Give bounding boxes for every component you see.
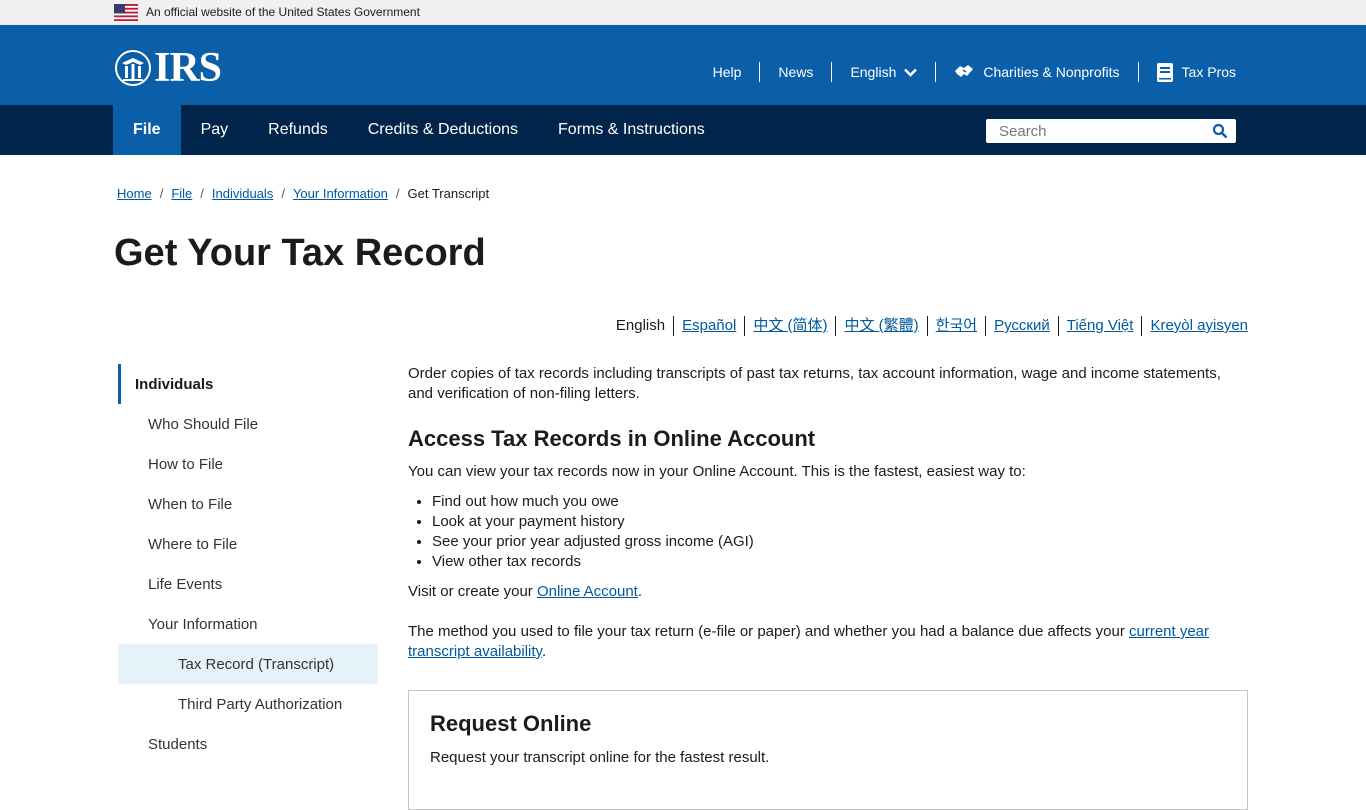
util-news-link[interactable]: News bbox=[759, 62, 831, 82]
list-item: Look at your payment history bbox=[432, 512, 1248, 532]
util-charities-label: Charities & Nonprofits bbox=[983, 64, 1120, 80]
language-dropdown-label: English bbox=[850, 64, 897, 80]
nav-refunds[interactable]: Refunds bbox=[248, 105, 348, 155]
util-help-link[interactable]: Help bbox=[713, 62, 760, 82]
sidebar-item-how-to-file[interactable]: How to File bbox=[118, 444, 378, 484]
sidebar-item-your-information[interactable]: Your Information bbox=[118, 604, 378, 644]
breadcrumb-separator: / bbox=[159, 186, 164, 201]
method-suffix: . bbox=[541, 643, 547, 660]
search-icon[interactable] bbox=[1212, 123, 1228, 139]
lang-vietnamese[interactable]: Tiếng Việt bbox=[1057, 316, 1142, 336]
lang-spanish[interactable]: Español bbox=[673, 316, 744, 336]
sidebar-heading-individuals[interactable]: Individuals bbox=[118, 364, 378, 404]
lang-chinese-traditional[interactable]: 中文 (繁體) bbox=[835, 316, 926, 336]
page-title: Get Your Tax Record bbox=[114, 232, 486, 274]
card-text: Request your transcript online for the f… bbox=[430, 749, 770, 766]
feature-list: Find out how much you owe Look at your p… bbox=[408, 492, 1248, 572]
lang-english: English bbox=[615, 317, 666, 334]
breadcrumb-current: Get Transcript bbox=[407, 186, 490, 201]
lang-korean[interactable]: 한국어 bbox=[926, 316, 985, 336]
nav-file[interactable]: File bbox=[113, 105, 181, 155]
section-heading: Access Tax Records in Online Account bbox=[408, 426, 816, 451]
breadcrumb-individuals[interactable]: Individuals bbox=[212, 186, 273, 201]
nav-pay[interactable]: Pay bbox=[181, 105, 249, 155]
sidebar-item-who-should-file[interactable]: Who Should File bbox=[118, 404, 378, 444]
util-help-label: Help bbox=[712, 64, 742, 80]
intro-paragraph: Order copies of tax records including tr… bbox=[408, 365, 1221, 402]
sidebar-nav: Individuals Who Should File How to File … bbox=[118, 364, 378, 764]
breadcrumb-your-information[interactable]: Your Information bbox=[293, 186, 388, 201]
utility-nav: Help News English Charities & Nonprofits… bbox=[713, 59, 1236, 85]
list-item: View other tax records bbox=[432, 552, 1248, 572]
search-box bbox=[986, 119, 1236, 143]
nav-credits-deductions[interactable]: Credits & Deductions bbox=[348, 105, 538, 155]
gov-banner: An official website of the United States… bbox=[0, 0, 1366, 25]
card-title: Request Online bbox=[430, 711, 592, 736]
language-dropdown[interactable]: English bbox=[831, 62, 935, 82]
breadcrumb-separator: / bbox=[281, 186, 285, 201]
sidebar-subitem-third-party-authorization[interactable]: Third Party Authorization bbox=[118, 684, 378, 724]
visit-prefix: Visit or create your bbox=[408, 583, 537, 600]
sidebar-item-students[interactable]: Students bbox=[118, 724, 378, 764]
list-item: Find out how much you owe bbox=[432, 492, 1248, 512]
request-online-card: Request Online Request your transcript o… bbox=[408, 690, 1248, 810]
chevron-down-icon bbox=[904, 68, 918, 77]
sidebar-subitem-tax-record[interactable]: Tax Record (Transcript) bbox=[118, 644, 378, 684]
eagle-icon bbox=[115, 50, 151, 86]
util-taxpros-label: Tax Pros bbox=[1181, 64, 1236, 80]
us-flag-icon bbox=[114, 4, 138, 21]
util-taxpros-link[interactable]: Tax Pros bbox=[1137, 62, 1236, 82]
book-icon bbox=[1156, 62, 1173, 82]
handshake-icon bbox=[954, 63, 974, 81]
breadcrumb-file[interactable]: File bbox=[171, 186, 192, 201]
irs-logo[interactable]: IRS bbox=[114, 45, 222, 91]
sidebar-item-life-events[interactable]: Life Events bbox=[118, 564, 378, 604]
breadcrumb-separator: / bbox=[200, 186, 204, 201]
main-nav: File Pay Refunds Credits & Deductions Fo… bbox=[0, 105, 1366, 155]
method-prefix: The method you used to file your tax ret… bbox=[408, 623, 1129, 640]
search-input[interactable] bbox=[986, 119, 1201, 143]
breadcrumb: Home / File / Individuals / Your Informa… bbox=[117, 186, 489, 201]
lang-russian[interactable]: Русский bbox=[985, 316, 1058, 336]
nav-forms-instructions[interactable]: Forms & Instructions bbox=[538, 105, 725, 155]
lang-chinese-simplified[interactable]: 中文 (简体) bbox=[744, 316, 835, 336]
sidebar-item-when-to-file[interactable]: When to File bbox=[118, 484, 378, 524]
logo-text: IRS bbox=[154, 45, 222, 91]
section-lead: You can view your tax records now in you… bbox=[408, 463, 1026, 480]
breadcrumb-home[interactable]: Home bbox=[117, 186, 152, 201]
util-news-label: News bbox=[778, 64, 814, 80]
breadcrumb-separator: / bbox=[395, 186, 400, 201]
gov-banner-text: An official website of the United States… bbox=[146, 5, 420, 19]
visit-suffix: . bbox=[637, 583, 643, 600]
method-paragraph: The method you used to file your tax ret… bbox=[408, 622, 1248, 662]
util-charities-link[interactable]: Charities & Nonprofits bbox=[935, 62, 1137, 82]
site-header: IRS Help News English Charities & Nonpro… bbox=[0, 25, 1366, 105]
visit-paragraph: Visit or create your Online Account. bbox=[408, 582, 1248, 602]
main-content: Order copies of tax records including tr… bbox=[408, 364, 1248, 662]
list-item: See your prior year adjusted gross incom… bbox=[432, 532, 1248, 552]
lang-haitian-creole[interactable]: Kreyòl ayisyen bbox=[1141, 316, 1248, 336]
language-bar: English Español 中文 (简体) 中文 (繁體) 한국어 Русс… bbox=[608, 316, 1248, 336]
sidebar-item-where-to-file[interactable]: Where to File bbox=[118, 524, 378, 564]
online-account-link[interactable]: Online Account bbox=[537, 583, 638, 600]
